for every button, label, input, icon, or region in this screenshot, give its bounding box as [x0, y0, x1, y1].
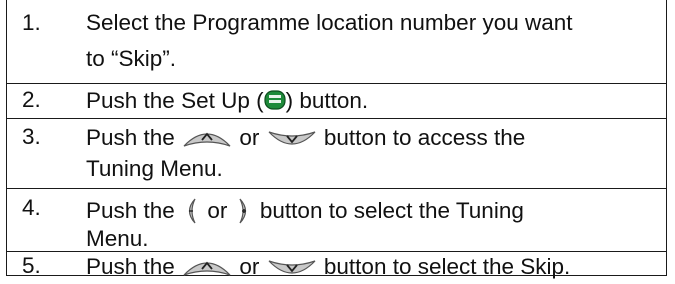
up-arrow-button-icon	[181, 126, 233, 150]
step-5-or: or	[239, 254, 260, 279]
step-5-prefix: Push the	[86, 254, 175, 279]
step-4-or: or	[207, 198, 228, 223]
step-4-text-line-1: Push the or button to select the Tuning	[86, 197, 524, 225]
step-3-number: 3.	[22, 124, 41, 149]
step-3-text-line-2: Tuning Menu.	[86, 156, 223, 181]
step-2-prefix: Push the Set Up (	[86, 88, 264, 113]
left-minus-button-icon	[181, 197, 201, 225]
step-2-text: Push the Set Up ( ) button.	[86, 89, 368, 113]
right-plus-button-icon	[234, 197, 254, 225]
step-4-number: 4.	[22, 195, 41, 220]
step-1-text-line-1: Select the Programme location number you…	[86, 10, 573, 35]
step-5-number: 5.	[22, 253, 41, 278]
down-arrow-button-icon	[266, 255, 318, 279]
step-3-text-line-1: Push the or button to access the	[86, 126, 525, 150]
row-divider	[6, 83, 667, 84]
row-divider	[6, 118, 667, 119]
step-4-text-line-2: Menu.	[86, 226, 149, 251]
step-2-number: 2.	[22, 87, 41, 112]
step-1-number: 1.	[22, 10, 41, 35]
step-1-text-line-2: to “Skip”.	[86, 46, 177, 71]
step-3-suffix: button to access the	[323, 125, 526, 150]
step-5-text: Push the or button to select the Skip.	[86, 255, 570, 279]
step-3-prefix: Push the	[86, 125, 175, 150]
step-2-suffix: ) button.	[285, 88, 369, 113]
step-4-prefix: Push the	[86, 198, 175, 223]
step-4-suffix: button to select the Tuning	[259, 198, 524, 223]
setup-button-icon	[264, 89, 286, 111]
down-arrow-button-icon	[266, 126, 318, 150]
step-3-or: or	[239, 125, 260, 150]
up-arrow-button-icon	[181, 255, 233, 279]
row-divider	[6, 251, 667, 252]
row-divider	[6, 188, 667, 189]
step-5-suffix: button to select the Skip.	[323, 254, 571, 279]
